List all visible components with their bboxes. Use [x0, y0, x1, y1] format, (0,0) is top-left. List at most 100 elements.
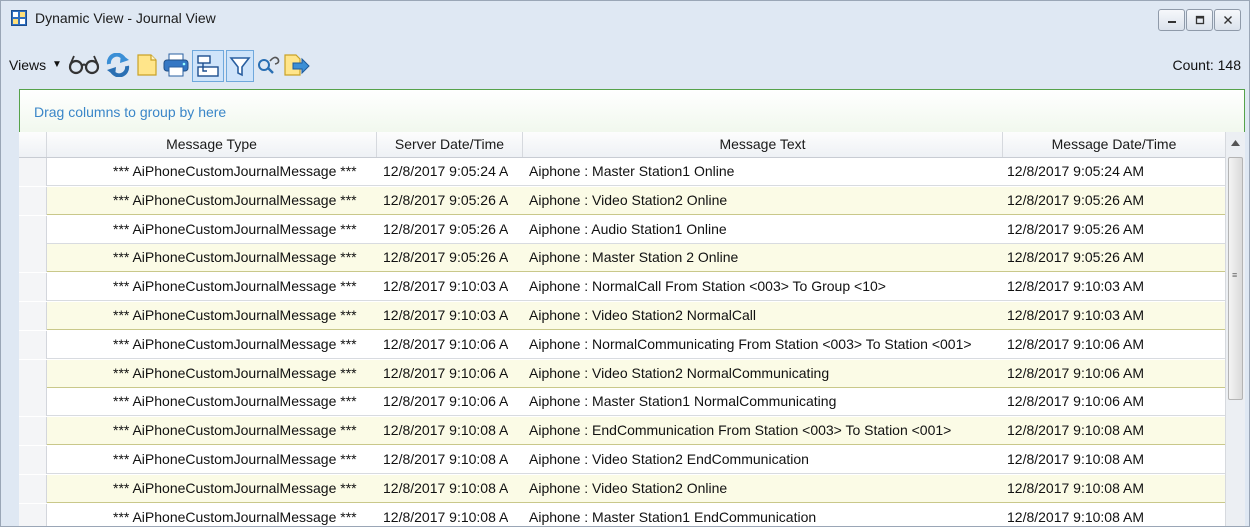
layout-icon[interactable] — [192, 50, 224, 82]
column-header-server-date[interactable]: Server Date/Time — [377, 132, 523, 157]
cell-message-type: *** AiPhoneCustomJournalMessage *** — [113, 508, 357, 525]
journal-grid: Message Type Server Date/Time Message Te… — [19, 132, 1245, 526]
maximize-icon — [1195, 15, 1204, 25]
toolbar: Views ▼ Count: 148 — [1, 35, 1249, 85]
cell-message-type: *** AiPhoneCustomJournalMessage *** — [113, 364, 357, 381]
cell-message-date: 12/8/2017 9:05:24 AM — [1007, 163, 1144, 179]
table-row[interactable]: *** AiPhoneCustomJournalMessage *** 12/8/… — [19, 302, 1225, 330]
cell-message-date: 12/8/2017 9:10:06 AM — [1007, 393, 1144, 410]
table-row[interactable]: *** AiPhoneCustomJournalMessage *** 12/8/… — [19, 474, 1225, 503]
cell-message-text: Aiphone : Master Station1 Online — [529, 163, 735, 179]
row-selector[interactable] — [19, 503, 47, 526]
cell-message-text: Aiphone : Video Station2 Online — [529, 479, 728, 496]
close-button[interactable] — [1214, 9, 1241, 31]
window-title: Dynamic View - Journal View — [35, 10, 216, 26]
cell-message-date: 12/8/2017 9:10:06 AM — [1007, 335, 1144, 352]
table-row[interactable]: *** AiPhoneCustomJournalMessage *** 12/8/… — [19, 417, 1225, 446]
scrollbar-thumb[interactable]: ≡ — [1228, 157, 1243, 400]
cell-message-date: 12/8/2017 9:05:26 AM — [1007, 220, 1144, 237]
vertical-scrollbar[interactable]: ≡ — [1225, 132, 1245, 526]
cell-message-type: *** AiPhoneCustomJournalMessage *** — [113, 220, 357, 237]
column-header-message-date[interactable]: Message Date/Time — [1003, 132, 1225, 157]
table-row[interactable]: *** AiPhoneCustomJournalMessage *** 12/8/… — [19, 446, 1225, 474]
title-bar[interactable]: Dynamic View - Journal View — [1, 1, 1249, 35]
cell-message-text: Aiphone : Master Station1 NormalCommunic… — [529, 393, 837, 410]
cell-server-date: 12/8/2017 9:05:26 A — [383, 191, 509, 208]
cell-message-date: 12/8/2017 9:10:08 AM — [1007, 422, 1144, 439]
refresh-icon[interactable] — [105, 52, 131, 80]
cell-message-text: Aiphone : NormalCommunicating From Stati… — [529, 335, 972, 352]
row-selector[interactable] — [19, 244, 47, 273]
cell-server-date: 12/8/2017 9:10:06 A — [383, 335, 509, 352]
cell-message-date: 12/8/2017 9:05:26 AM — [1007, 191, 1144, 208]
cell-server-date: 12/8/2017 9:05:26 A — [383, 249, 509, 266]
cell-message-text: Aiphone : Video Station2 Online — [529, 191, 728, 208]
maximize-button[interactable] — [1186, 9, 1213, 31]
column-header-message-text[interactable]: Message Text — [523, 132, 1003, 157]
cell-server-date: 12/8/2017 9:10:08 A — [383, 451, 509, 467]
views-menu-button[interactable]: Views — [9, 57, 46, 73]
group-by-hint: Drag columns to group by here — [34, 104, 227, 120]
row-selector[interactable] — [19, 186, 47, 215]
cell-server-date: 12/8/2017 9:10:08 A — [383, 479, 509, 496]
row-selector[interactable] — [19, 388, 47, 417]
table-row[interactable]: *** AiPhoneCustomJournalMessage *** 12/8/… — [19, 359, 1225, 388]
table-row[interactable]: *** AiPhoneCustomJournalMessage *** 12/8/… — [19, 503, 1225, 526]
row-selector[interactable] — [19, 446, 47, 474]
table-row[interactable]: *** AiPhoneCustomJournalMessage *** 12/8/… — [19, 186, 1225, 215]
scroll-up-arrow[interactable] — [1226, 132, 1245, 154]
export-icon[interactable] — [283, 53, 311, 80]
cell-server-date: 12/8/2017 9:10:06 A — [383, 364, 509, 381]
row-selector[interactable] — [19, 215, 47, 244]
column-header-message-type[interactable]: Message Type — [47, 132, 377, 157]
row-selector[interactable] — [19, 474, 47, 503]
cell-message-type: *** AiPhoneCustomJournalMessage *** — [113, 249, 357, 266]
record-count: Count: 148 — [1173, 57, 1242, 73]
cell-server-date: 12/8/2017 9:10:03 A — [383, 307, 509, 323]
minimize-button[interactable] — [1158, 9, 1185, 31]
cell-server-date: 12/8/2017 9:10:03 A — [383, 278, 509, 295]
cell-message-type: *** AiPhoneCustomJournalMessage *** — [113, 479, 357, 496]
row-selector[interactable] — [19, 359, 47, 388]
dropdown-arrow-icon[interactable]: ▼ — [52, 59, 62, 70]
cell-message-text: Aiphone : Master Station 2 Online — [529, 249, 739, 266]
cell-message-date: 12/8/2017 9:10:03 AM — [1007, 278, 1144, 295]
cell-message-text: Aiphone : NormalCall From Station <003> … — [529, 278, 886, 295]
row-selector[interactable] — [19, 302, 47, 330]
scrollbar-grip-icon: ≡ — [1232, 270, 1238, 280]
row-selector[interactable] — [19, 158, 47, 186]
chevron-up-icon — [1231, 140, 1240, 146]
filter-icon[interactable] — [226, 50, 254, 82]
journal-view-window: Dynamic View - Journal View Views ▼ Coun… — [0, 0, 1250, 527]
cell-server-date: 12/8/2017 9:10:08 A — [383, 508, 509, 525]
grid-header: Message Type Server Date/Time Message Te… — [19, 132, 1225, 158]
cell-message-type: *** AiPhoneCustomJournalMessage *** — [113, 393, 357, 410]
table-row[interactable]: *** AiPhoneCustomJournalMessage *** 12/8/… — [19, 388, 1225, 417]
cell-message-text: Aiphone : EndCommunication From Station … — [529, 422, 952, 439]
cell-message-type: *** AiPhoneCustomJournalMessage *** — [113, 422, 357, 439]
print-icon[interactable] — [163, 53, 189, 80]
cell-message-date: 12/8/2017 9:05:26 AM — [1007, 249, 1144, 266]
cell-message-type: *** AiPhoneCustomJournalMessage *** — [113, 335, 357, 352]
table-row[interactable]: *** AiPhoneCustomJournalMessage *** 12/8/… — [19, 244, 1225, 273]
row-selector[interactable] — [19, 330, 47, 359]
row-selector[interactable] — [19, 273, 47, 302]
table-row[interactable]: *** AiPhoneCustomJournalMessage *** 12/8/… — [19, 215, 1225, 244]
app-grid-icon — [11, 10, 27, 26]
cell-message-date: 12/8/2017 9:10:08 AM — [1007, 451, 1144, 467]
table-row[interactable]: *** AiPhoneCustomJournalMessage *** 12/8/… — [19, 158, 1225, 186]
cell-message-type: *** AiPhoneCustomJournalMessage *** — [113, 163, 357, 179]
table-row[interactable]: *** AiPhoneCustomJournalMessage *** 12/8/… — [19, 273, 1225, 302]
group-by-panel[interactable]: Drag columns to group by here — [19, 89, 1245, 133]
cell-message-text: Aiphone : Video Station2 EndCommunicatio… — [529, 451, 809, 467]
row-selector[interactable] — [19, 417, 47, 446]
cell-server-date: 12/8/2017 9:10:08 A — [383, 422, 509, 439]
count-value: 148 — [1217, 57, 1241, 73]
glasses-icon[interactable] — [67, 53, 101, 80]
minimize-icon — [1167, 21, 1176, 23]
find-icon[interactable] — [257, 53, 281, 80]
cell-message-date: 12/8/2017 9:10:06 AM — [1007, 364, 1144, 381]
cell-message-text: Aiphone : Video Station2 NormalCommunica… — [529, 364, 830, 381]
new-document-icon[interactable] — [135, 53, 159, 80]
table-row[interactable]: *** AiPhoneCustomJournalMessage *** 12/8/… — [19, 330, 1225, 359]
